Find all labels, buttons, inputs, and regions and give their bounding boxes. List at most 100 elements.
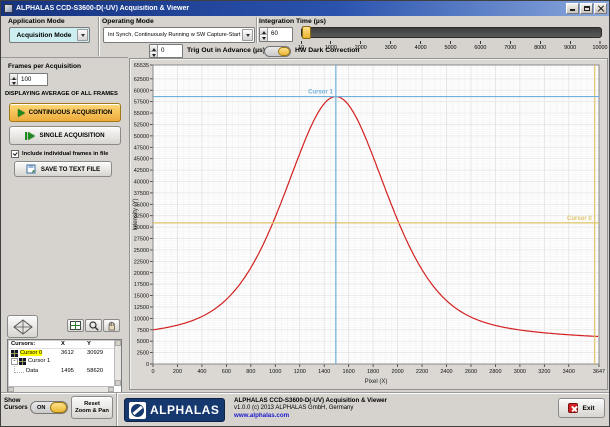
x-tick-label: 3647: [593, 369, 605, 375]
operating-mode-dropdown-arrow-icon[interactable]: [242, 29, 253, 41]
slider-tick: 10000: [593, 41, 608, 51]
cursor-row-label[interactable]: Data: [26, 368, 38, 374]
x-tick-label: 3200: [538, 369, 550, 375]
cursor-legend-table[interactable]: Cursors: X Y Cursor 0361230929-Cursor 1D…: [7, 339, 122, 393]
y-tick-label: 65535: [134, 63, 149, 69]
toolbar-divider-2: [256, 17, 258, 43]
cursor-crosshair-icon: [19, 358, 26, 365]
exit-red-x-icon: [568, 403, 578, 413]
trig-out-spinner[interactable]: 0: [149, 44, 183, 58]
sidebar: Frames per Acquisition 100 DISPLAYING AV…: [1, 57, 128, 392]
toolbar: Application Mode Acquisition Mode Operat…: [1, 16, 609, 57]
application-mode-dropdown[interactable]: Acquisition Mode: [9, 27, 90, 43]
y-tick-label: 12500: [134, 305, 149, 311]
cursor-table-header: Cursors: X Y: [8, 340, 121, 349]
slider-tick: 9000: [564, 41, 576, 51]
cursor-table-row[interactable]: Data 149558620: [8, 365, 121, 376]
y-axis-title: Intensity (Y): [133, 198, 139, 230]
hw-dark-toggle-knob[interactable]: [278, 47, 290, 56]
close-button[interactable]: [594, 3, 607, 14]
y-tick-label: 62500: [134, 77, 149, 83]
hand-icon: [107, 321, 117, 331]
save-to-text-file-button[interactable]: SAVE TO TEXT FILE: [14, 161, 112, 177]
plot-panel: 0200400600800100012001400160018002000220…: [129, 58, 608, 390]
plot-canvas[interactable]: 0200400600800100012001400160018002000220…: [130, 59, 607, 389]
x-tick-label: 400: [197, 369, 206, 375]
show-cursors-toggle-knob[interactable]: [50, 402, 67, 413]
footer-website-link[interactable]: www.alphalas.com: [234, 412, 387, 420]
trig-out-value[interactable]: 0: [158, 45, 182, 57]
exit-label: Exit: [582, 405, 594, 412]
zoom-tool-button[interactable]: [85, 319, 102, 332]
y-tick-label: 15000: [134, 294, 149, 300]
reset-zoom-pan-button[interactable]: Reset Zoom & Pan: [71, 396, 113, 419]
trig-out-label: Trig Out in Advance (µs): [187, 47, 265, 54]
cursor-table-body: Cursor 0361230929-Cursor 1Data149558620: [8, 349, 121, 376]
y-tick-label: 20000: [134, 271, 149, 277]
integration-time-spinner[interactable]: 60: [259, 27, 293, 42]
hw-dark-correction-toggle[interactable]: [264, 46, 291, 57]
single-acquisition-button[interactable]: SINGLE ACQUISITION: [9, 126, 121, 145]
include-frames-checkbox[interactable]: [11, 150, 19, 158]
slider-tick: 2000: [355, 41, 367, 51]
x-tick-label: 1400: [318, 369, 330, 375]
x-tick-label: 2200: [416, 369, 428, 375]
tree-expander-icon[interactable]: -: [11, 358, 18, 365]
cursor-header-x: X: [61, 341, 87, 347]
application-mode-dropdown-arrow-icon[interactable]: [77, 29, 88, 41]
continuous-acquisition-button[interactable]: CONTINUOUS ACQUISITION: [9, 103, 121, 122]
cursor-row-x: 3612: [61, 350, 87, 356]
footer-app-title: ALPHALAS CCD-S3600-D(-UV) Acquisition & …: [234, 397, 387, 405]
x-tick-label: 600: [222, 369, 231, 375]
y-tick-label: 52500: [134, 122, 149, 128]
cursor-row-label[interactable]: Cursor 0: [20, 350, 42, 356]
alphalas-logo-icon: [129, 402, 146, 419]
cursor-header-y: Y: [87, 341, 117, 347]
pan-diamond-button[interactable]: [7, 315, 38, 338]
minimize-button[interactable]: [566, 3, 579, 14]
cursor-tool-button[interactable]: [67, 319, 84, 332]
slider-tick: 5000: [445, 41, 457, 51]
bottom-left-strip: Show Cursors ON Reset Zoom & Pan: [1, 392, 116, 427]
integration-time-slider-knob[interactable]: [302, 26, 311, 39]
footer-version: v1.0.0 (c) 2013 ALPHALAS GmbH, Germany: [234, 405, 387, 413]
operating-mode-value: Int Synch, Continuously Running w SW Cap…: [104, 32, 241, 38]
integration-slider-scale: 1010002000300040005000600070008000900010…: [301, 41, 600, 52]
footer: ALPHALAS ALPHALAS CCD-S3600-D(-UV) Acqui…: [116, 392, 610, 427]
x-tick-label: 0: [151, 369, 154, 375]
x-tick-label: 2400: [440, 369, 452, 375]
x-tick-label: 200: [173, 369, 182, 375]
cursor-table-row[interactable]: - Cursor 1: [8, 357, 121, 365]
titlebar: ALPHALAS CCD-S3600-D(-UV) Acquisition & …: [1, 1, 609, 16]
integration-time-slider[interactable]: [301, 27, 602, 38]
pan-tool-button[interactable]: [103, 319, 120, 332]
frames-spinner[interactable]: 100: [9, 73, 48, 86]
exit-button[interactable]: Exit: [558, 398, 605, 418]
slider-tick: 7000: [504, 41, 516, 51]
integration-time-spinner-arrows-icon[interactable]: [260, 28, 268, 41]
cursor-name-label: Cursor 0: [567, 216, 592, 222]
x-tick-label: 1200: [294, 369, 306, 375]
y-tick-label: 27500: [134, 237, 149, 243]
integration-time-value[interactable]: 60: [268, 28, 292, 41]
y-tick-label: 45000: [134, 157, 149, 163]
x-tick-label: 800: [246, 369, 255, 375]
y-tick-label: 37500: [134, 191, 149, 197]
cursor-row-x: 1495: [61, 368, 87, 374]
save-to-text-file-label: SAVE TO TEXT FILE: [41, 166, 100, 173]
trig-out-spinner-arrows-icon[interactable]: [150, 45, 158, 57]
operating-mode-dropdown[interactable]: Int Synch, Continuously Running w SW Cap…: [103, 27, 255, 43]
frames-value[interactable]: 100: [18, 74, 47, 85]
show-cursors-toggle[interactable]: ON: [30, 401, 68, 414]
y-tick-label: 40000: [134, 180, 149, 186]
cursor-row-y: 58620: [87, 368, 117, 374]
cursor-row-label[interactable]: Cursor 1: [28, 358, 50, 364]
slider-tick: 1000: [325, 41, 337, 51]
cursor-table-row[interactable]: Cursor 0361230929: [8, 349, 121, 357]
y-tick-label: 17500: [134, 282, 149, 288]
cursor-table-vertical-scrollbar[interactable]: [114, 340, 121, 386]
frames-spinner-arrows-icon[interactable]: [10, 74, 18, 85]
maximize-button[interactable]: [580, 3, 593, 14]
green-arrow-icon: [28, 132, 35, 140]
frames-per-acquisition-label: Frames per Acquisition: [8, 63, 81, 70]
